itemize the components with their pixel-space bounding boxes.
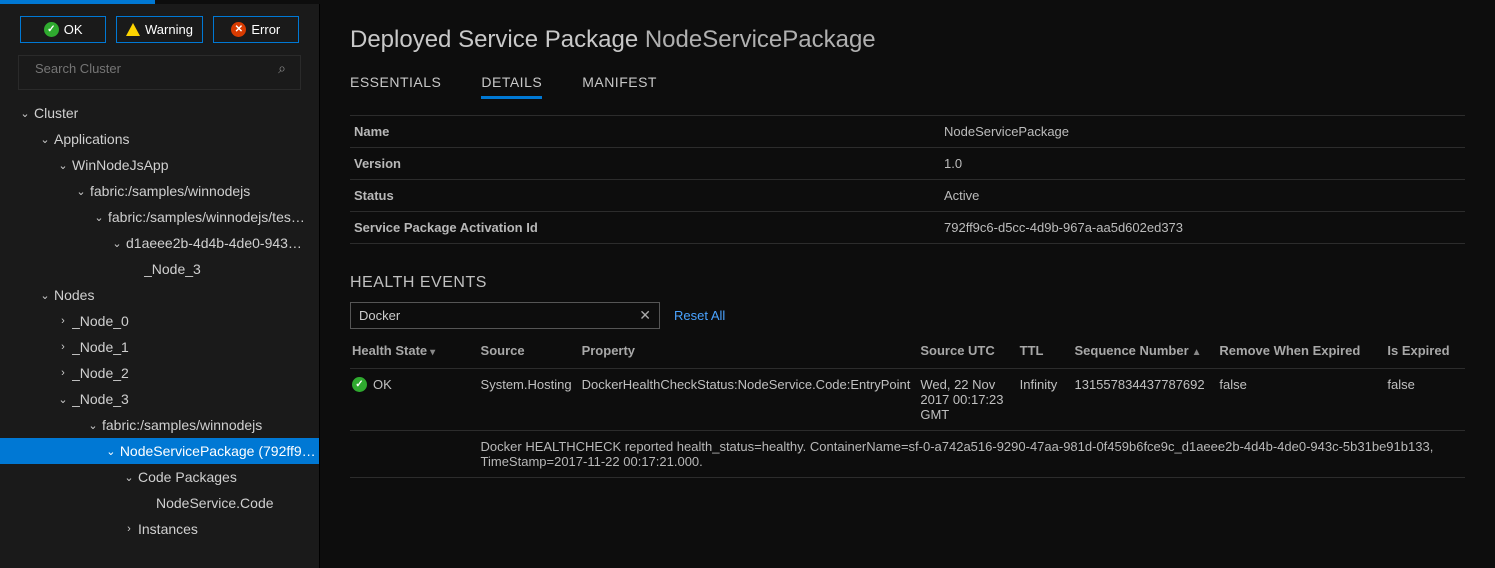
filter-icon: ▾ bbox=[430, 347, 435, 358]
chevron-down-icon: ⌄ bbox=[112, 237, 122, 250]
error-icon: ✕ bbox=[231, 22, 246, 37]
chevron-down-icon: ⌄ bbox=[58, 159, 68, 172]
filter-warning-button[interactable]: Warning bbox=[116, 16, 202, 43]
reset-all-link[interactable]: Reset All bbox=[674, 308, 725, 323]
filter-ok-label: OK bbox=[64, 22, 83, 37]
col-health-state[interactable]: Health State▾ bbox=[350, 337, 479, 369]
col-source[interactable]: Source bbox=[479, 337, 580, 369]
chevron-down-icon: ⌄ bbox=[20, 107, 30, 120]
col-source-utc[interactable]: Source UTC bbox=[918, 337, 1017, 369]
essentials-row: Service Package Activation Id792ff9c6-d5… bbox=[350, 212, 1465, 244]
chevron-down-icon: ⌄ bbox=[40, 289, 50, 302]
content-pane: Deployed Service Package NodeServicePack… bbox=[320, 4, 1495, 568]
ok-icon: ✓ bbox=[44, 22, 59, 37]
tree-node-1[interactable]: ›_Node_1 bbox=[0, 334, 319, 360]
col-property[interactable]: Property bbox=[580, 337, 919, 369]
essentials-row: Version1.0 bbox=[350, 148, 1465, 180]
health-filter-row: ✓ OK Warning ✕ Error bbox=[0, 16, 319, 55]
tab-manifest[interactable]: MANIFEST bbox=[582, 74, 657, 99]
filter-error-button[interactable]: ✕ Error bbox=[213, 16, 299, 43]
tree-node3-service[interactable]: ⌄fabric:/samples/winnodejs bbox=[0, 412, 319, 438]
chevron-down-icon: ⌄ bbox=[94, 211, 104, 224]
chevron-down-icon: ⌄ bbox=[58, 393, 68, 406]
cluster-tree: ⌄Cluster ⌄Applications ⌄WinNodeJsApp ⌄fa… bbox=[0, 100, 319, 568]
col-ttl[interactable]: TTL bbox=[1018, 337, 1073, 369]
tree-replica[interactable]: ⌄d1aeee2b-4d4b-4de0-943… bbox=[0, 230, 319, 256]
essentials-table: NameNodeServicePackage Version1.0 Status… bbox=[350, 115, 1465, 244]
ok-icon: ✓ bbox=[352, 377, 367, 392]
warning-icon bbox=[126, 23, 140, 36]
essentials-row: StatusActive bbox=[350, 180, 1465, 212]
essentials-row: NameNodeServicePackage bbox=[350, 116, 1465, 148]
search-icon: ⌕ bbox=[278, 60, 286, 77]
filter-error-label: Error bbox=[251, 22, 280, 37]
health-events-title: HEALTH EVENTS bbox=[350, 274, 1465, 292]
chevron-right-icon: › bbox=[58, 341, 68, 353]
sidebar: ✓ OK Warning ✕ Error ⌕ ⌄Cluster ⌄Applicati… bbox=[0, 4, 320, 568]
tree-partition[interactable]: ⌄fabric:/samples/winnodejs/tes… bbox=[0, 204, 319, 230]
health-events-search-input[interactable] bbox=[357, 305, 637, 326]
chevron-right-icon: › bbox=[124, 523, 134, 535]
sort-asc-icon: ▲ bbox=[1192, 347, 1202, 358]
tree-replica-node[interactable]: _Node_3 bbox=[0, 256, 319, 282]
chevron-right-icon: › bbox=[58, 367, 68, 379]
tree-node-2[interactable]: ›_Node_2 bbox=[0, 360, 319, 386]
search-cluster-input[interactable] bbox=[33, 56, 278, 81]
tab-details[interactable]: DETAILS bbox=[481, 74, 542, 99]
chevron-down-icon: ⌄ bbox=[76, 185, 86, 198]
tree-nodeservice-code[interactable]: NodeService.Code bbox=[0, 490, 319, 516]
tree-node-3[interactable]: ⌄_Node_3 bbox=[0, 386, 319, 412]
chevron-right-icon: › bbox=[58, 315, 68, 327]
tab-essentials[interactable]: ESSENTIALS bbox=[350, 74, 441, 99]
health-event-description-row: Docker HEALTHCHECK reported health_statu… bbox=[350, 431, 1465, 478]
col-is-expired[interactable]: Is Expired bbox=[1385, 337, 1465, 369]
col-sequence-number[interactable]: Sequence Number▲ bbox=[1072, 337, 1217, 369]
page-title: Deployed Service Package NodeServicePack… bbox=[350, 26, 1465, 54]
tree-service-fabric-winnodejs[interactable]: ⌄fabric:/samples/winnodejs bbox=[0, 178, 319, 204]
search-cluster-container: ⌕ bbox=[18, 55, 301, 90]
chevron-down-icon: ⌄ bbox=[106, 445, 116, 458]
tree-applications[interactable]: ⌄Applications bbox=[0, 126, 319, 152]
chevron-down-icon: ⌄ bbox=[124, 471, 134, 484]
col-remove-when-expired[interactable]: Remove When Expired bbox=[1217, 337, 1385, 369]
tree-node-service-package[interactable]: ⌄NodeServicePackage (792ff9c… bbox=[0, 438, 319, 464]
filter-ok-button[interactable]: ✓ OK bbox=[20, 16, 106, 43]
health-events-table: Health State▾ Source Property Source UTC… bbox=[350, 337, 1465, 478]
tree-code-packages[interactable]: ⌄Code Packages bbox=[0, 464, 319, 490]
chevron-down-icon: ⌄ bbox=[40, 133, 50, 146]
filter-warning-label: Warning bbox=[145, 22, 193, 37]
health-events-search: ✕ bbox=[350, 302, 660, 329]
tree-instances[interactable]: ›Instances bbox=[0, 516, 319, 542]
tree-app-winnodejs[interactable]: ⌄WinNodeJsApp bbox=[0, 152, 319, 178]
tree-node-0[interactable]: ›_Node_0 bbox=[0, 308, 319, 334]
chevron-down-icon: ⌄ bbox=[88, 419, 98, 432]
health-events-filter-row: ✕ Reset All bbox=[350, 302, 1465, 329]
clear-search-icon[interactable]: ✕ bbox=[637, 307, 653, 324]
tabs: ESSENTIALS DETAILS MANIFEST bbox=[350, 74, 1465, 99]
health-event-row[interactable]: ✓OK System.Hosting DockerHealthCheckStat… bbox=[350, 369, 1465, 431]
tree-cluster[interactable]: ⌄Cluster bbox=[0, 100, 319, 126]
tree-nodes[interactable]: ⌄Nodes bbox=[0, 282, 319, 308]
